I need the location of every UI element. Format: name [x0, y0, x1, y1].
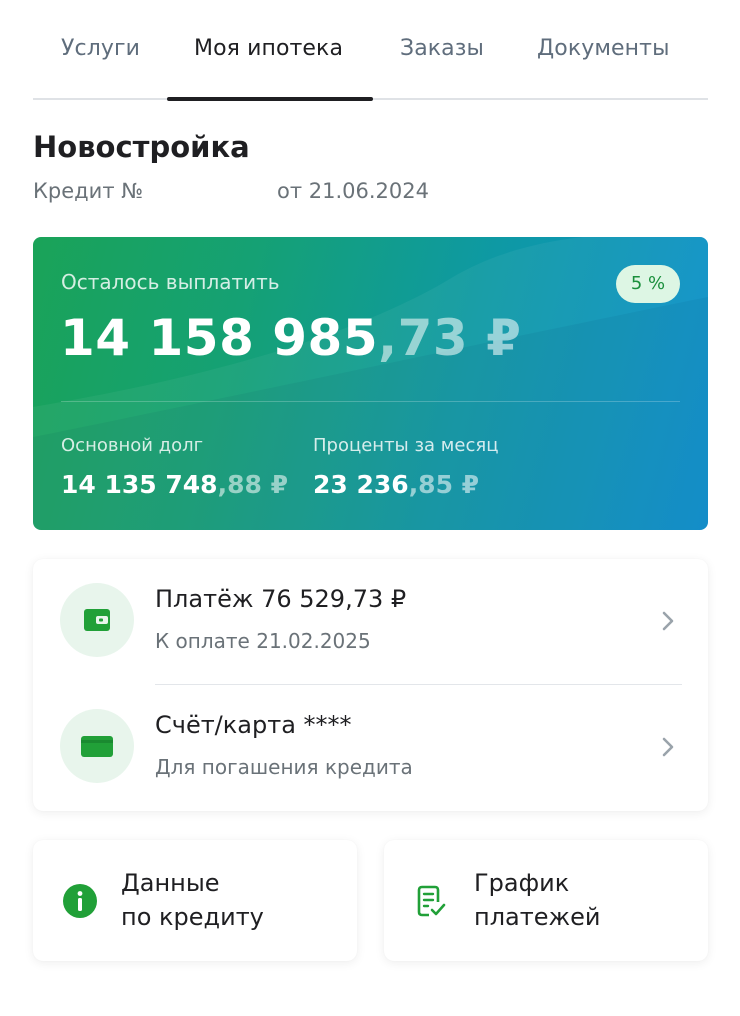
chevron-right-icon	[662, 737, 674, 757]
balance-card: Осталось выплатить 5 % 14 158 985,73 ₽ О…	[33, 237, 708, 530]
interest-amount: 23 236,85 ₽	[313, 470, 479, 499]
account-row[interactable]: Счёт/карта **** Для погашения кредита	[33, 685, 708, 811]
credit-details-label: Данные по кредиту	[121, 866, 264, 934]
credit-date: от 21.06.2024	[277, 179, 429, 203]
active-tab-indicator	[167, 97, 373, 101]
tab-orders[interactable]: Заказы	[400, 36, 484, 98]
schedule-icon	[417, 885, 446, 917]
interest-amount-int: 23 236	[313, 470, 409, 499]
payment-due-date: К оплате 21.02.2025	[155, 629, 371, 653]
remaining-amount-frac: ,73 ₽	[378, 309, 522, 367]
payment-schedule-line1: График	[474, 869, 570, 897]
interest-rate-badge: 5 %	[616, 265, 680, 303]
account-icon-circle	[60, 709, 134, 783]
card-icon	[81, 736, 113, 757]
payment-title: Платёж 76 529,73 ₽	[155, 585, 407, 613]
page-title: Новостройка	[33, 130, 250, 164]
card-divider	[61, 401, 680, 402]
payment-card: Платёж 76 529,73 ₽ К оплате 21.02.2025 С…	[33, 559, 708, 811]
principal-label: Основной долг	[61, 435, 204, 456]
principal-amount-frac: ,88 ₽	[217, 470, 288, 499]
tab-services[interactable]: Услуги	[61, 36, 140, 98]
credit-number-label: Кредит №	[33, 179, 144, 203]
payment-schedule-label: График платежей	[474, 866, 600, 934]
credit-details-line1: Данные	[121, 869, 220, 897]
payment-schedule-line2: платежей	[474, 903, 601, 931]
remaining-amount-int: 14 158 985	[60, 309, 379, 367]
payment-row[interactable]: Платёж 76 529,73 ₽ К оплате 21.02.2025	[33, 559, 708, 685]
info-icon	[63, 884, 97, 918]
tab-bar: Услуги Моя ипотека Заказы Документы	[33, 0, 708, 101]
remaining-label: Осталось выплатить	[61, 270, 280, 294]
remaining-amount: 14 158 985,73 ₽	[60, 309, 521, 367]
credit-details-line2: по кредиту	[121, 903, 264, 931]
chevron-right-icon	[662, 611, 674, 631]
principal-amount: 14 135 748,88 ₽	[61, 470, 288, 499]
tab-my-mortgage[interactable]: Моя ипотека	[194, 36, 343, 98]
wallet-icon	[84, 609, 110, 631]
account-title: Счёт/карта ****	[155, 711, 352, 739]
payment-icon-circle	[60, 583, 134, 657]
tab-documents[interactable]: Документы	[537, 36, 670, 98]
principal-amount-int: 14 135 748	[61, 470, 218, 499]
credit-details-tile[interactable]: Данные по кредиту	[33, 840, 357, 961]
interest-label: Проценты за месяц	[313, 435, 499, 456]
payment-schedule-tile[interactable]: График платежей	[384, 840, 708, 961]
interest-amount-frac: ,85 ₽	[408, 470, 480, 499]
account-subtitle: Для погашения кредита	[155, 755, 413, 779]
